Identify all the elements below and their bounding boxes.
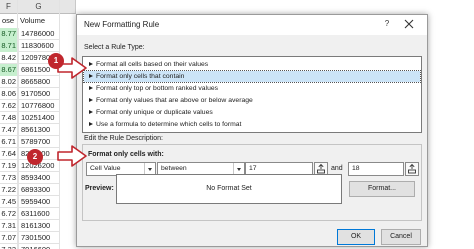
callout-arrows <box>57 57 87 167</box>
callout-arrow-2 <box>57 145 87 167</box>
callout-badge-1: 1 <box>48 53 64 69</box>
callout-badge-2: 2 <box>27 149 43 165</box>
